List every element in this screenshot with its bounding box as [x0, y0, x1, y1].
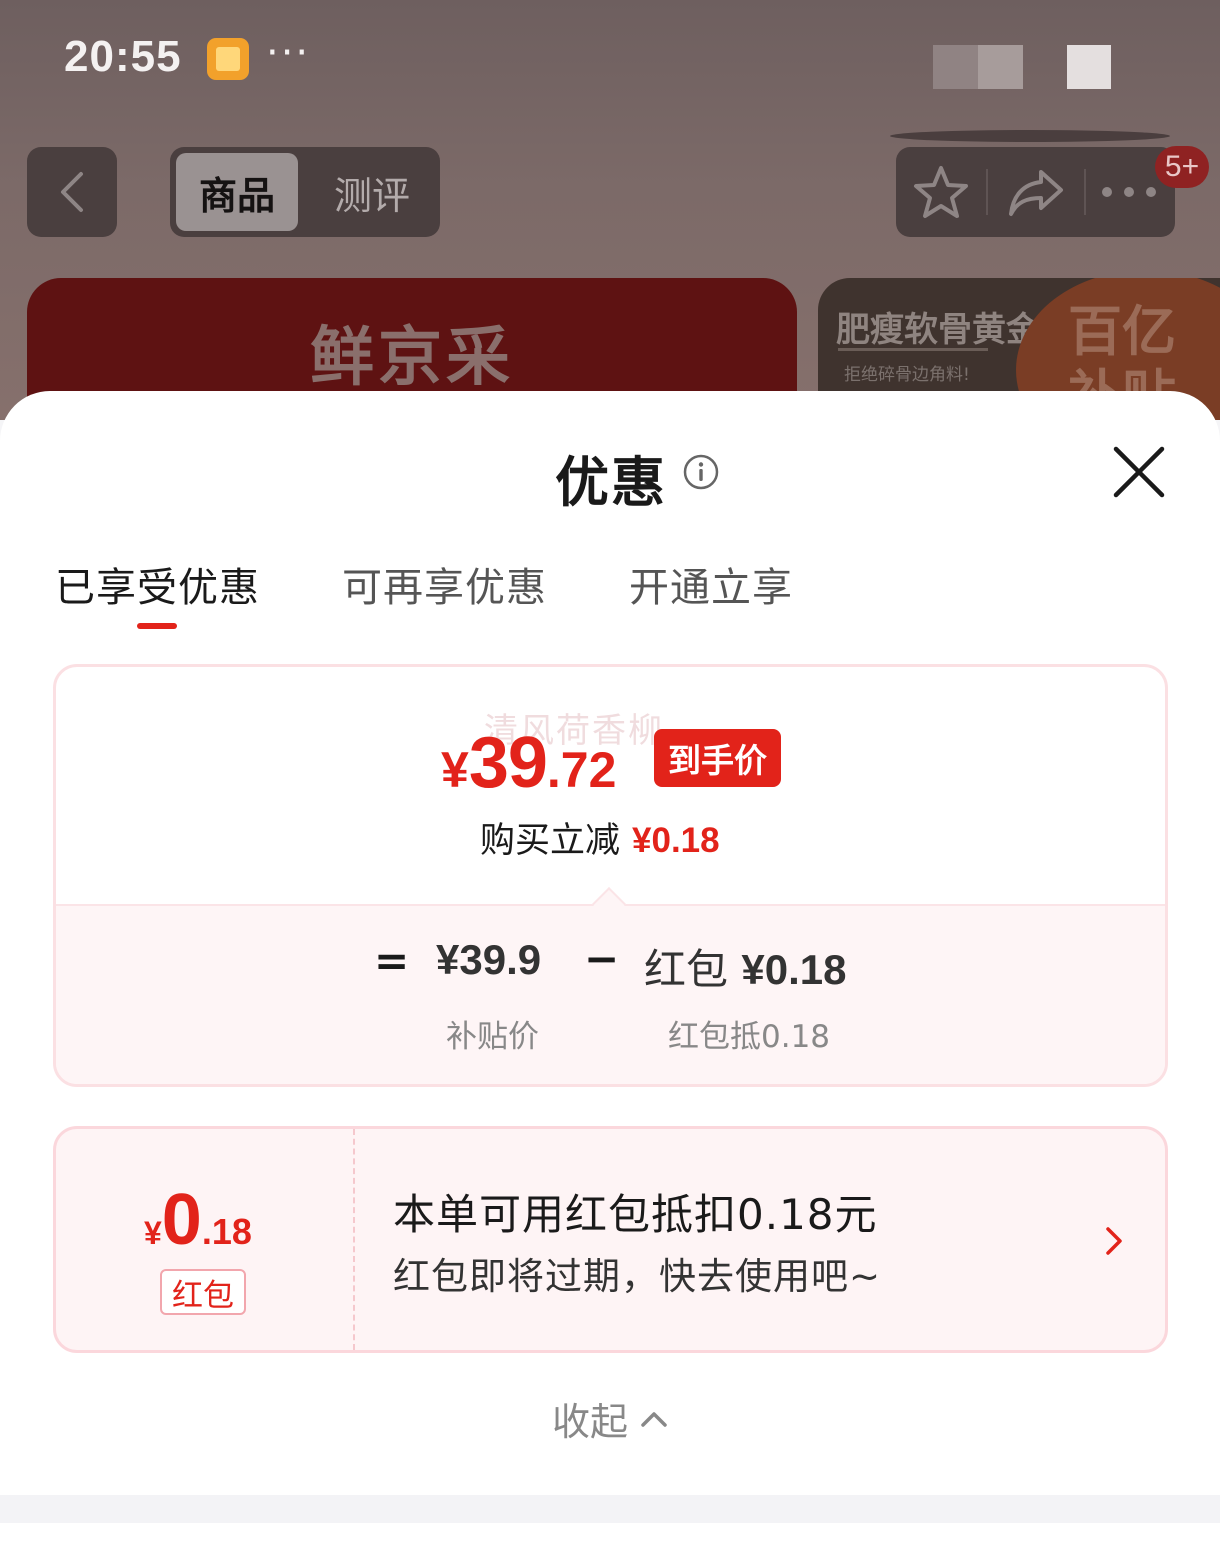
notes-icon	[207, 38, 249, 80]
minus-sign: −	[584, 934, 620, 983]
status-time: 20:55	[64, 32, 182, 81]
coupon-integer: 0	[161, 1180, 202, 1260]
tab-enjoyed-discounts[interactable]: 已享受优惠	[55, 555, 260, 613]
tab-review[interactable]: 测评	[310, 153, 434, 231]
base-price: ¥39.9	[436, 936, 542, 983]
reduction-label: 购买立减	[480, 821, 621, 861]
more-icon	[1102, 187, 1156, 197]
chevron-up-icon	[641, 1411, 667, 1427]
signal-icon	[933, 45, 1023, 89]
final-price-currency: ¥	[441, 742, 469, 798]
final-price-decimal: .72	[546, 742, 617, 798]
back-button[interactable]	[27, 147, 117, 237]
coupon-type-badge: 红包	[160, 1269, 246, 1315]
status-more-indicator: ···	[266, 30, 311, 76]
coupon-deduction-value: ¥0.18	[741, 946, 847, 993]
banner-side-underline	[838, 348, 988, 351]
message-badge: 5+	[1155, 146, 1209, 188]
share-icon	[1009, 170, 1063, 216]
tab-more-discounts[interactable]: 可再享优惠	[342, 555, 547, 613]
coupon-deduction: 红包 ¥0.18	[644, 936, 846, 997]
collapse-inner: 收起	[552, 1391, 668, 1446]
banner-side-title: 肥瘦软骨黄金	[836, 310, 1040, 350]
status-bar: 20:55 ···	[0, 0, 1220, 142]
discount-sheet: 优惠 已享受优惠 可再享优惠 开通立享 清风荷香柳 ¥39.72 到手价 购买立…	[0, 391, 1220, 1495]
tab-activate-discounts[interactable]: 开通立享	[629, 555, 793, 613]
final-price-tag: 到手价	[654, 729, 781, 787]
final-price: ¥39.72	[441, 722, 616, 804]
close-icon	[1113, 446, 1165, 498]
chevron-left-icon	[61, 172, 83, 212]
status-divider	[890, 130, 1170, 142]
price-breakdown: = ¥39.9 − 红包 ¥0.18 补贴价 红包抵0.18	[56, 904, 1165, 1084]
header-actions	[896, 147, 1175, 237]
price-summary-card: 清风荷香柳 ¥39.72 到手价 购买立减 ¥0.18 = ¥39.9 − 红包 …	[53, 664, 1168, 1087]
chevron-right-icon[interactable]	[1102, 1225, 1126, 1257]
sheet-header: 优惠	[0, 438, 1220, 514]
coupon-deduction-label: 红包	[644, 945, 729, 994]
banner-side-subtitle: 拒绝碎骨边角料!	[844, 365, 970, 385]
coupon-dashed-divider	[353, 1129, 355, 1350]
reduction-row: 购买立减 ¥0.18	[480, 812, 720, 863]
info-icon[interactable]	[683, 454, 719, 490]
favorite-button[interactable]	[896, 147, 986, 237]
discount-tabs: 已享受优惠 可再享优惠 开通立享	[0, 555, 1220, 635]
coupon-deduction-note: 红包抵0.18	[668, 1019, 831, 1055]
coupon-value-panel: ¥0.18 红包	[56, 1129, 353, 1350]
coupon-currency: ¥	[144, 1215, 162, 1251]
collapse-label: 收起	[551, 1400, 628, 1444]
base-price-label: 补贴价	[446, 1019, 539, 1055]
home-indicator-area	[0, 1523, 1220, 1545]
collapse-button[interactable]: 收起	[0, 1391, 1220, 1446]
equals-sign: =	[374, 936, 410, 985]
red-packet-coupon[interactable]: ¥0.18 红包 本单可用红包抵扣0.18元 红包即将过期，快去使用吧~	[53, 1126, 1168, 1353]
background-product-page: 20:55 ··· 商品 测评 5+ 鲜京采 肥瘦软骨黄金 拒绝碎骨边角料! 百…	[0, 0, 1220, 420]
sheet-bottom-strip	[0, 1495, 1220, 1523]
share-button[interactable]	[991, 147, 1081, 237]
close-button[interactable]	[1110, 443, 1168, 501]
star-icon	[914, 166, 968, 218]
coupon-decimal: .18	[201, 1211, 252, 1252]
sheet-title: 优惠	[555, 451, 667, 514]
action-divider	[986, 169, 988, 215]
coupon-amount: ¥0.18	[144, 1179, 252, 1261]
reduction-value: ¥0.18	[632, 821, 720, 860]
final-price-integer: 39	[468, 723, 548, 803]
banner-main-title: 鲜京采	[310, 321, 514, 395]
active-tab-indicator	[137, 623, 177, 629]
coupon-title: 本单可用红包抵扣0.18元	[393, 1190, 878, 1239]
battery-icon	[1067, 45, 1111, 89]
tab-product[interactable]: 商品	[176, 153, 298, 231]
coupon-subtitle: 红包即将过期，快去使用吧~	[393, 1255, 882, 1298]
page-tabs: 商品 测评	[170, 147, 440, 237]
